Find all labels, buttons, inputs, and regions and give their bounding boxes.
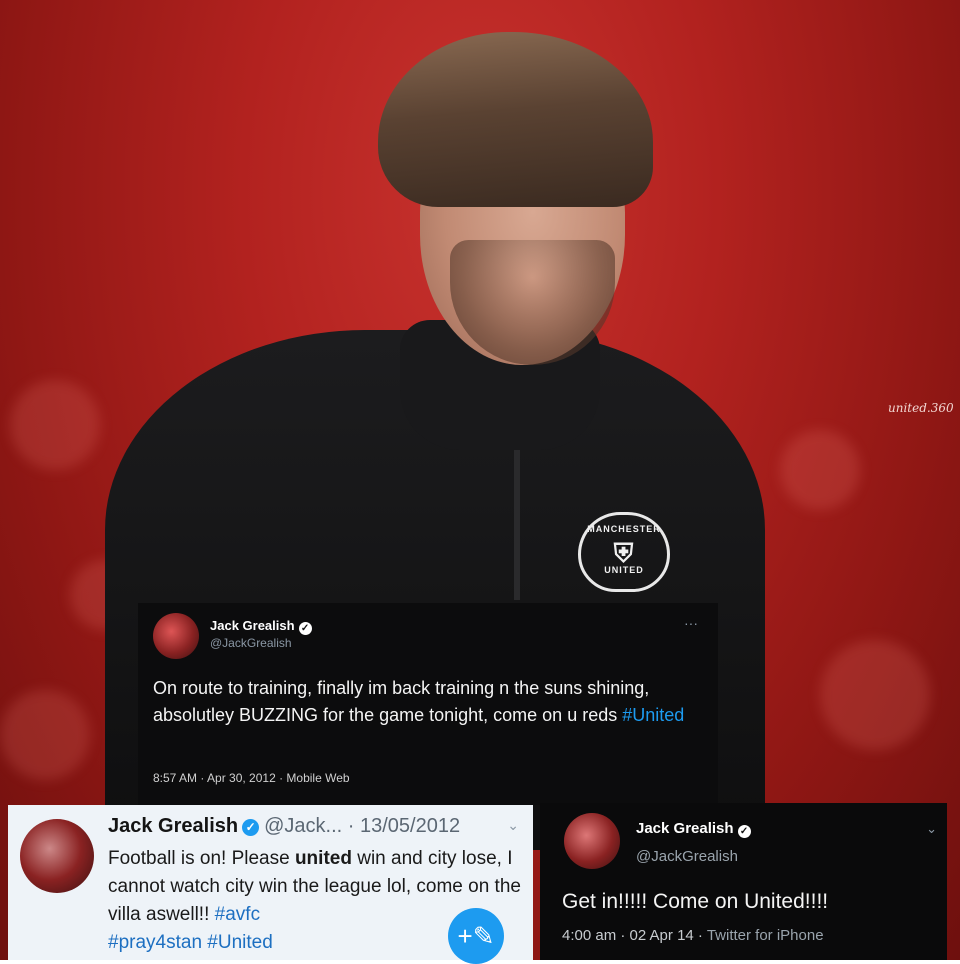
tweet-author-name[interactable]: Jack Grealish <box>108 815 238 837</box>
author-name-text[interactable]: Jack Grealish <box>210 618 295 633</box>
hashtag-link[interactable]: #pray4stan <box>108 932 202 953</box>
tweet-body: On route to training, finally im back tr… <box>153 678 650 725</box>
crest-bottom-text: UNITED <box>604 565 644 575</box>
author-name-text[interactable]: Jack Grealish <box>636 820 734 837</box>
verified-badge-icon: ✓ <box>298 622 312 635</box>
hashtag-link[interactable]: #United <box>207 932 273 953</box>
club-crest-logo: MANCHESTER ⛨ UNITED <box>578 512 670 592</box>
crest-top-text: MANCHESTER <box>587 524 661 534</box>
player-hair <box>378 32 653 207</box>
tweet-author-handle[interactable]: @JackGrealish <box>636 848 738 865</box>
compose-icon[interactable]: +✎ <box>448 908 504 964</box>
avatar[interactable] <box>564 813 620 869</box>
hashtag-link[interactable]: #avfc <box>215 904 260 925</box>
more-options-icon[interactable]: ··· <box>684 615 698 631</box>
tweet-date[interactable]: · 13/05/2012 <box>348 815 460 837</box>
tweet-author-name[interactable]: Jack Grealish ✓ <box>636 820 751 838</box>
jacket-zip <box>514 450 520 600</box>
tweet-text: On route to training, finally im back tr… <box>153 675 703 729</box>
tweet-card-1[interactable]: Jack Grealish ✓ @JackGrealish ··· On rout… <box>138 603 718 805</box>
watermark: united.360 <box>888 401 954 415</box>
tweet-text: Get in!!!!! Come on United!!!! <box>562 890 829 913</box>
tweet-author-name[interactable]: Jack Grealish ✓ <box>210 618 312 635</box>
avatar[interactable] <box>20 819 94 893</box>
tweet-timestamp[interactable]: 4:00 am · 02 Apr 14 · Twitter for iPhone <box>562 927 824 944</box>
timestamp-text[interactable]: 4:00 am · 02 Apr 14 · <box>562 927 707 944</box>
crest-devil-icon: ⛨ <box>613 538 635 568</box>
chevron-down-icon[interactable]: ⌄ <box>507 817 519 834</box>
hashtag-link[interactable]: #United <box>622 705 684 725</box>
tweet-author-handle[interactable]: @JackGrealish <box>210 636 292 650</box>
tweet-body-a: Football is on! Please <box>108 848 295 869</box>
verified-badge-icon: ✓ <box>737 825 751 838</box>
tweet-author-handle[interactable]: @Jack... <box>264 815 342 837</box>
verified-badge-icon: ✓ <box>242 819 260 836</box>
tweet-timestamp[interactable]: 8:57 AM · Apr 30, 2012 · Mobile Web <box>153 771 350 785</box>
tweet-source[interactable]: Twitter for iPhone <box>707 927 824 944</box>
avatar[interactable] <box>153 613 199 659</box>
tweet-body-bold: united <box>294 848 352 869</box>
tweet-header: Jack Grealish ✓ @Jack... · 13/05/2012 <box>108 815 460 838</box>
tweet-card-3[interactable]: Jack Grealish ✓ @JackGrealish ⌄ Get in!!!… <box>540 803 947 960</box>
chevron-down-icon[interactable]: ⌄ <box>926 821 937 837</box>
